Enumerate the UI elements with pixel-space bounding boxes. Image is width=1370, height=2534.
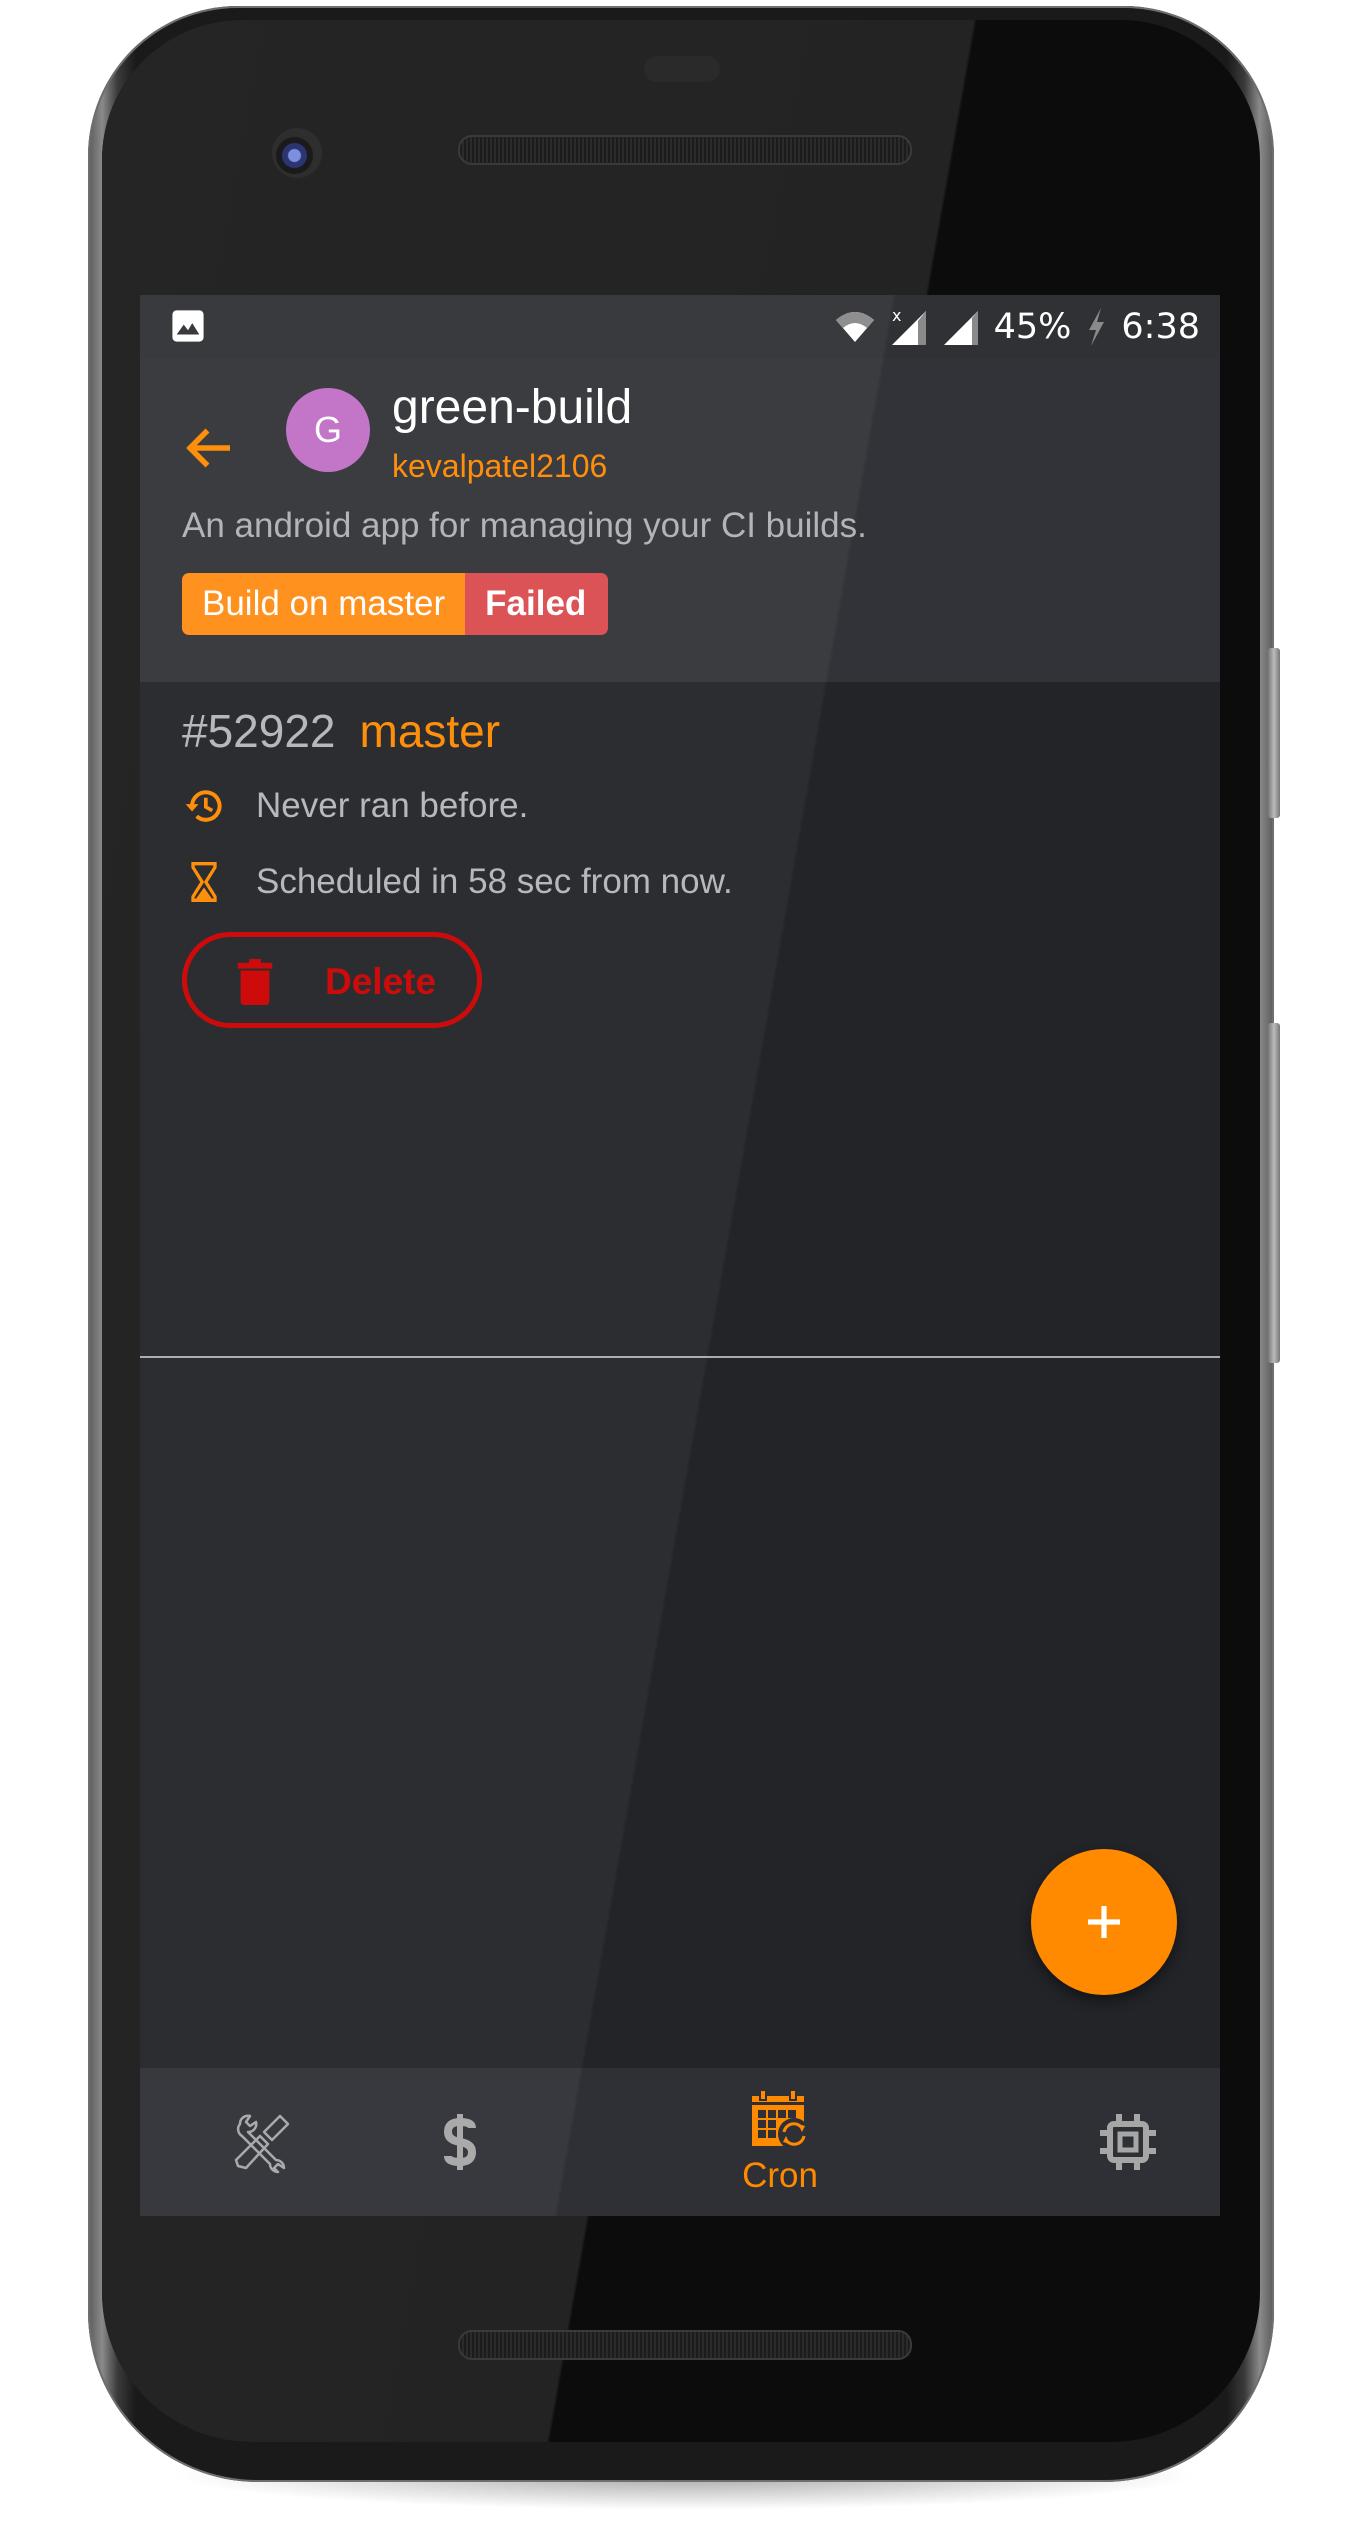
charging-bolt-icon [1089, 307, 1105, 346]
history-icon [185, 790, 222, 822]
cron-list-item: #52922 master Never ran before. Schedule… [140, 682, 1220, 1358]
delete-label: Delete [325, 961, 437, 1002]
nav-item-cron[interactable]: Cron [700, 2068, 860, 2216]
cron-branch: master [359, 705, 501, 757]
arrow-left-icon[interactable] [180, 418, 240, 478]
badge-status: Failed [465, 573, 609, 635]
front-camera [272, 128, 322, 178]
add-cron-fab[interactable] [1031, 1849, 1177, 1995]
bottom-speaker [458, 2330, 912, 2360]
list-divider [140, 1356, 1220, 1358]
power-button [1268, 648, 1280, 818]
battery-percent: 45% [993, 306, 1072, 347]
top-speaker [458, 135, 912, 165]
wrench-screwdriver-icon [234, 2114, 290, 2174]
bottom-navigation: Cron [140, 2068, 1220, 2216]
wifi-icon [835, 311, 874, 342]
trash-icon [237, 959, 273, 1005]
svg-text:x: x [892, 307, 901, 325]
cron-title: #52922 master [182, 704, 500, 758]
schedule-text: Scheduled in 58 sec from now. [256, 862, 733, 901]
build-status-badge: Build on master Failed [182, 573, 609, 635]
last-run-row: Never ran before. [182, 784, 528, 828]
schedule-row: Scheduled in 58 sec from now. [182, 860, 733, 904]
repo-description: An android app for managing your CI buil… [182, 506, 867, 545]
status-icons: x 45% 6:38 [834, 295, 1200, 358]
repo-owner: kevalpatel2106 [392, 448, 608, 484]
signal-no-data-icon: x [891, 307, 926, 345]
clock: 6:38 [1121, 306, 1200, 347]
volume-button [1268, 1023, 1280, 1363]
nav-item-system[interactable] [1068, 2068, 1188, 2216]
dollar-icon [443, 2114, 477, 2170]
repo-name: green-build [392, 381, 633, 434]
avatar-letter: G [313, 409, 342, 450]
nav-item-tools[interactable] [202, 2068, 322, 2216]
delete-button[interactable]: Delete [182, 932, 482, 1028]
repo-header: G green-build kevalpatel2106 An android … [140, 358, 1220, 682]
app-screen: x 45% 6:38 G green-build kevalpatel2106 … [140, 295, 1220, 2216]
hourglass-icon [191, 862, 217, 902]
status-bar: x 45% 6:38 [140, 295, 1220, 358]
plus-icon [1088, 1906, 1120, 1938]
gallery-icon [172, 310, 204, 342]
calendar-sync-icon [752, 2089, 810, 2150]
avatar: G [286, 388, 370, 472]
proximity-sensor [644, 56, 720, 82]
last-run-text: Never ran before. [256, 786, 529, 825]
nav-item-billing[interactable] [400, 2068, 520, 2216]
nav-label-cron: Cron [742, 2156, 818, 2195]
cron-number: #52922 [182, 705, 336, 757]
signal-icon [943, 310, 978, 345]
badge-label: Build on master [182, 573, 466, 635]
chip-icon [1100, 2114, 1156, 2170]
